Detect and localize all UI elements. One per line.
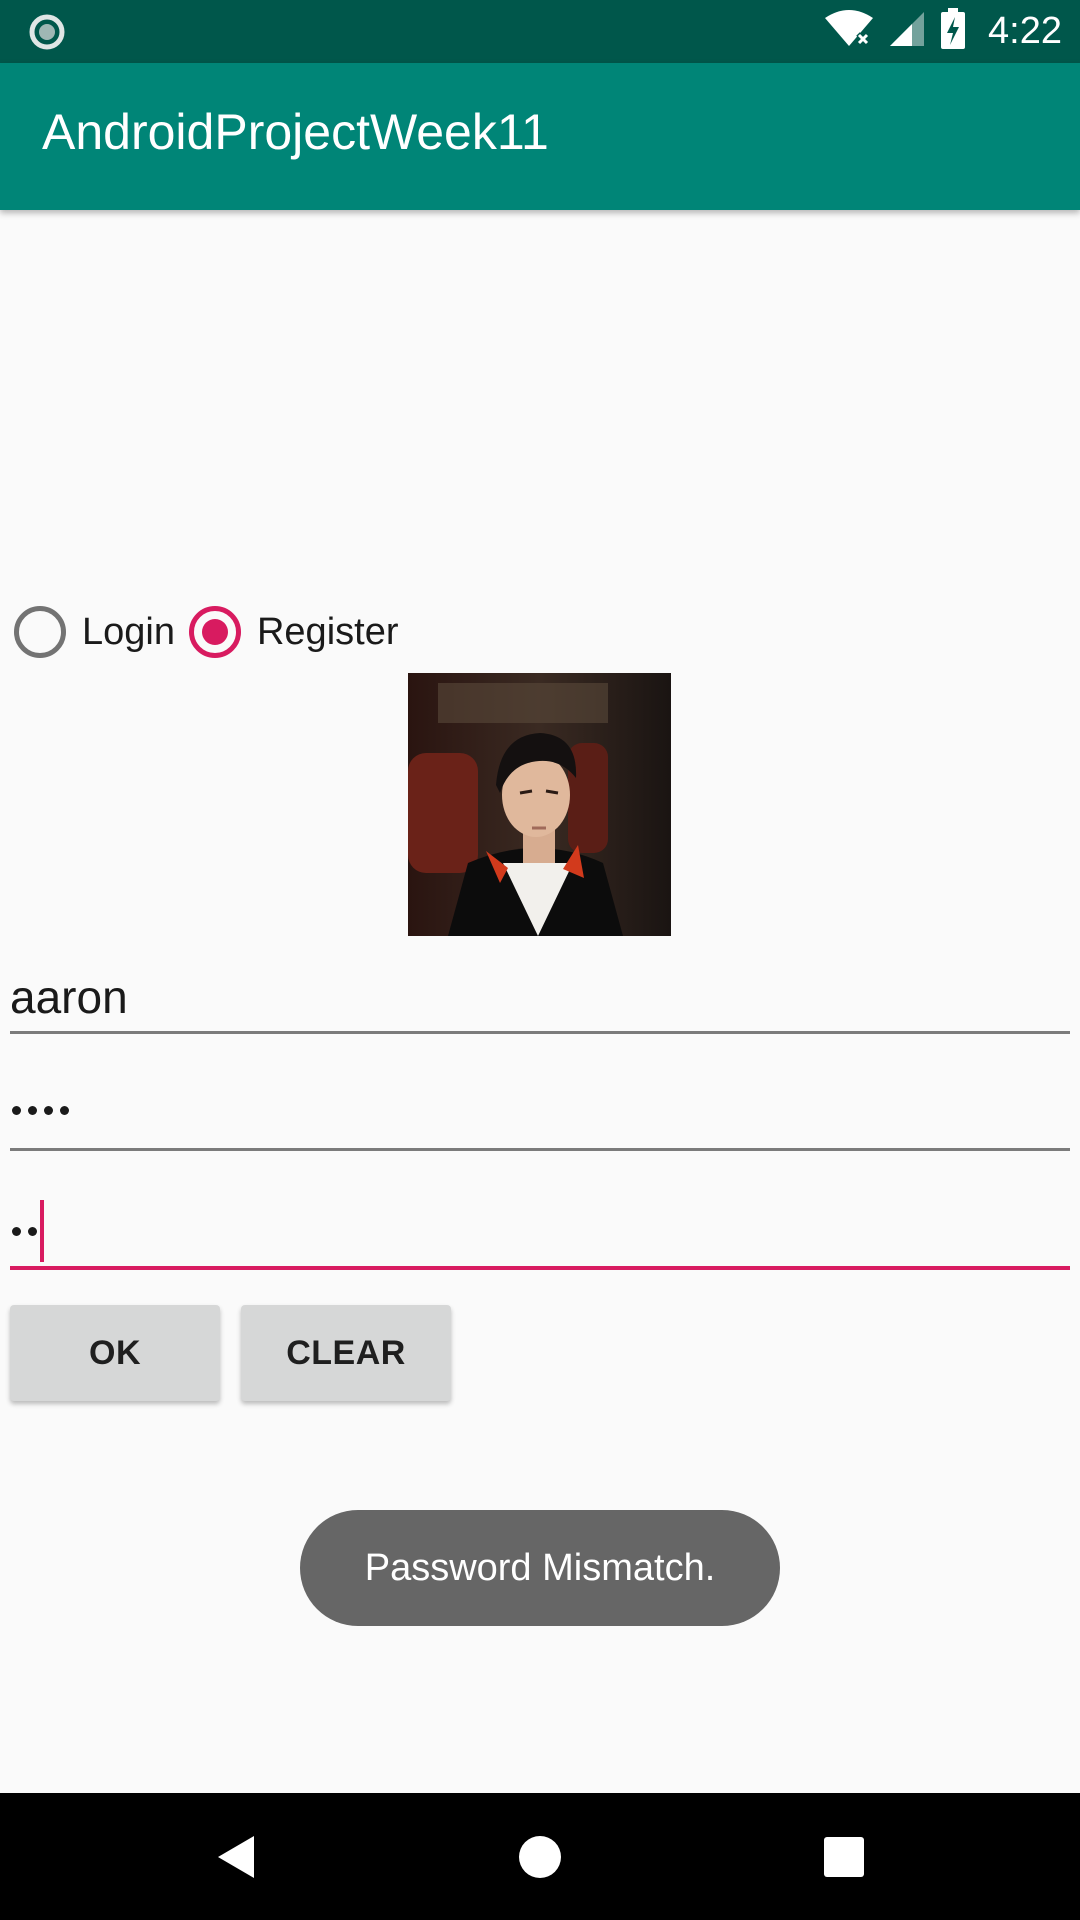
navigation-bar bbox=[0, 1793, 1080, 1920]
profile-photo bbox=[408, 673, 671, 936]
ok-button[interactable]: OK bbox=[10, 1305, 220, 1401]
radio-button-unchecked-icon[interactable] bbox=[14, 606, 66, 658]
password-masked-value[interactable] bbox=[12, 1106, 76, 1115]
cell-signal-icon bbox=[888, 10, 926, 53]
radio-register-label[interactable]: Register bbox=[257, 611, 399, 654]
confirm-password-field[interactable] bbox=[10, 1192, 1070, 1272]
username-value[interactable]: aaron bbox=[10, 970, 128, 1024]
password-field[interactable] bbox=[10, 1078, 1070, 1152]
recents-icon[interactable] bbox=[774, 1793, 914, 1920]
home-icon[interactable] bbox=[470, 1793, 610, 1920]
battery-charging-icon bbox=[940, 8, 966, 55]
status-icons: 4:22 bbox=[824, 0, 1062, 63]
mode-radio-group: Login Register bbox=[14, 604, 412, 660]
radio-register[interactable]: Register bbox=[188, 606, 399, 658]
clear-button[interactable]: CLEAR bbox=[241, 1305, 451, 1401]
radio-login-label[interactable]: Login bbox=[82, 611, 175, 654]
app-title: AndroidProjectWeek11 bbox=[42, 104, 549, 160]
username-field[interactable]: aaron bbox=[10, 960, 1070, 1034]
radio-login[interactable]: Login bbox=[14, 606, 175, 658]
app-bar: AndroidProjectWeek11 bbox=[0, 63, 1080, 210]
username-underline bbox=[10, 1031, 1070, 1034]
toast-message: Password Mismatch. bbox=[300, 1510, 780, 1626]
password-underline bbox=[10, 1148, 1070, 1151]
confirm-password-masked-value[interactable] bbox=[12, 1199, 44, 1263]
radio-button-checked-icon[interactable] bbox=[188, 606, 241, 658]
confirm-password-underline bbox=[10, 1266, 1070, 1270]
back-icon[interactable] bbox=[166, 1793, 306, 1920]
status-bar: 4:22 bbox=[0, 0, 1080, 63]
wifi-icon bbox=[824, 10, 874, 53]
text-cursor bbox=[40, 1200, 44, 1262]
status-time: 4:22 bbox=[988, 10, 1062, 52]
notification-dot-icon bbox=[29, 14, 65, 50]
